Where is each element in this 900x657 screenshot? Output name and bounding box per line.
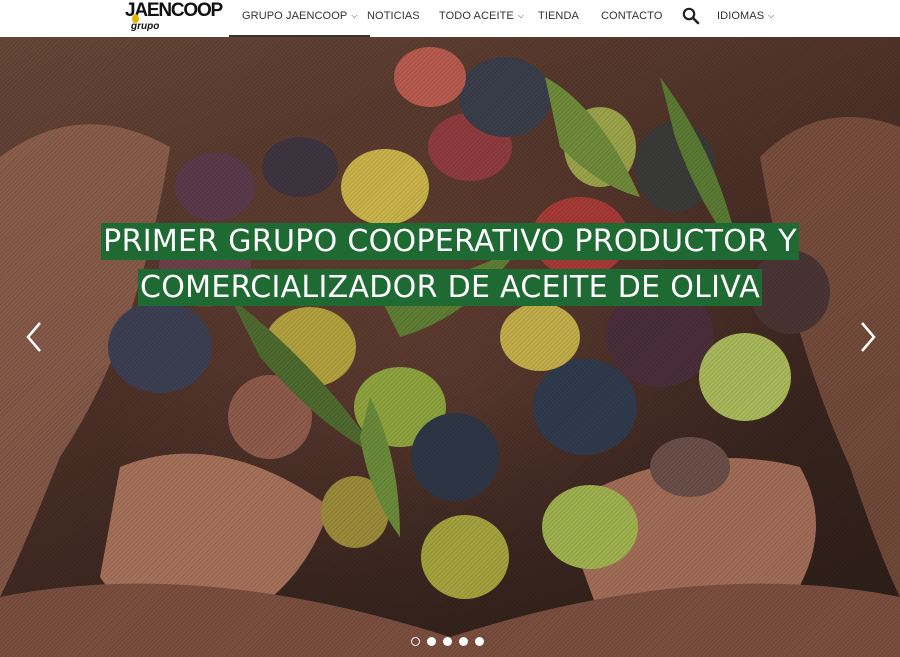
slider-dot-1[interactable] [411, 637, 420, 646]
search-button[interactable] [682, 7, 700, 25]
nav-item-label: NOTICIAS [367, 10, 420, 22]
slider-pagination [411, 637, 484, 649]
chevron-down-icon: ⌵ [517, 11, 525, 20]
slider-next-button[interactable] [852, 317, 882, 357]
hero-slider: PRIMER GRUPO COOPERATIVO PRODUCTOR Y COM… [0, 37, 900, 657]
chevron-right-icon [861, 322, 876, 352]
chevron-down-icon: ⌵ [768, 11, 775, 20]
hero-headline-line1: PRIMER GRUPO COOPERATIVO PRODUCTOR Y [0, 219, 900, 264]
nav-item-label: TODO ACEITE [439, 10, 514, 22]
nav-item-todo-aceite[interactable]: TODO ACEITE ⌵ [439, 0, 524, 37]
search-icon [682, 7, 700, 25]
slider-dot-2[interactable] [427, 637, 436, 646]
nav-item-tienda[interactable]: TIENDA [538, 0, 579, 37]
nav-item-label: CONTACTO [601, 10, 663, 22]
hero-headline-text: COMERCIALIZADOR DE ACEITE DE OLIVA [137, 269, 763, 306]
nav-item-label: GRUPO JAENCOOP [242, 10, 348, 22]
slider-dot-4[interactable] [459, 637, 468, 646]
hero-headline-text: PRIMER GRUPO COOPERATIVO PRODUCTOR Y [101, 223, 799, 260]
chevron-left-icon [26, 322, 41, 352]
slider-prev-button[interactable] [20, 317, 50, 357]
nav-item-label: TIENDA [538, 10, 579, 22]
nav-item-grupo-jaencoop[interactable]: GRUPO JAENCOOP ⌵ [229, 0, 371, 37]
hero-headline-line2: COMERCIALIZADOR DE ACEITE DE OLIVA [0, 265, 900, 310]
jaencoop-logo[interactable]: JAENCOOP grupo [125, 1, 225, 35]
hero-olives-photo [0, 47, 900, 657]
slider-dot-3[interactable] [443, 637, 452, 646]
nav-item-contacto[interactable]: CONTACTO [601, 0, 663, 37]
nav-item-idiomas[interactable]: IDIOMAS ⌵ [717, 0, 774, 37]
slider-dot-5[interactable] [475, 637, 484, 646]
nav-item-noticias[interactable]: NOTICIAS [367, 0, 420, 37]
top-navbar: JAENCOOP grupo GRUPO JAENCOOP ⌵ NOTICIAS … [0, 0, 900, 37]
logo-subtitle: grupo [131, 21, 160, 32]
language-selector-label: IDIOMAS [717, 10, 765, 22]
chevron-down-icon: ⌵ [351, 11, 358, 20]
logo-wordmark: JAENCOOP [125, 0, 223, 21]
